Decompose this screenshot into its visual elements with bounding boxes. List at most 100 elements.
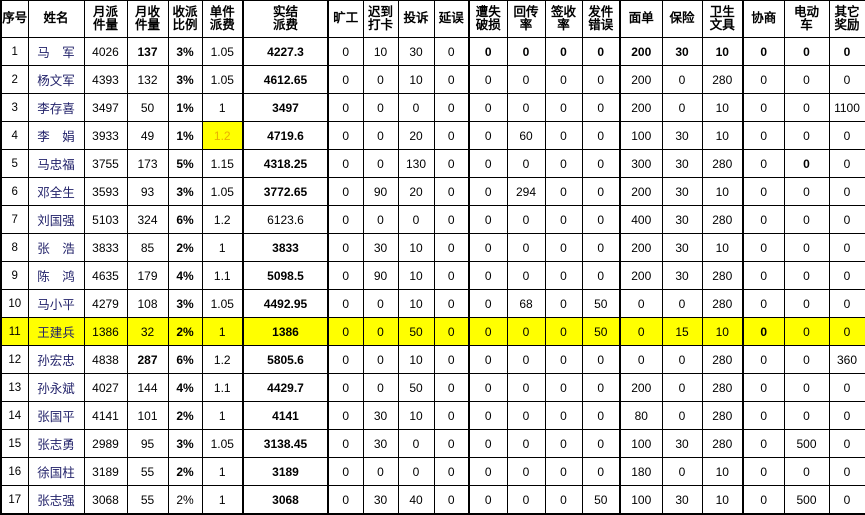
cell-collect_ratio[interactable]: 3% (167, 37, 203, 66)
cell-waybill[interactable]: 200 (619, 177, 663, 206)
cell-unit_fee[interactable]: 1 (201, 457, 244, 486)
cell-sanitary[interactable]: 280 (701, 261, 744, 290)
cell-complaint[interactable]: 10 (397, 289, 435, 318)
cell-sign_rate[interactable]: 0 (544, 401, 583, 430)
cell-other_bonus[interactable]: 0 (828, 233, 865, 262)
cell-settled_fee[interactable]: 4429.7 (242, 373, 329, 402)
cell-collect_ratio[interactable]: 2% (167, 317, 203, 346)
cell-waybill[interactable]: 100 (619, 121, 663, 150)
cell-late_punch[interactable]: 30 (362, 429, 399, 458)
cell-monthly_dispatch[interactable]: 5103 (83, 205, 128, 234)
cell-name[interactable]: 刘国强 (27, 205, 85, 234)
cell-insurance[interactable]: 30 (661, 121, 703, 150)
cell-negotiate[interactable]: 0 (742, 121, 785, 150)
cell-absence[interactable]: 0 (327, 373, 364, 402)
cell-insurance[interactable]: 30 (661, 37, 703, 66)
cell-unit_fee[interactable]: 1 (201, 401, 244, 430)
cell-name[interactable]: 徐国柱 (27, 457, 85, 486)
cell-return_rate[interactable]: 0 (506, 233, 546, 262)
cell-absence[interactable]: 0 (327, 177, 364, 206)
cell-other_bonus[interactable]: 360 (828, 345, 865, 374)
cell-send_error[interactable]: 0 (581, 93, 621, 122)
cell-monthly_dispatch[interactable]: 3933 (83, 121, 128, 150)
cell-delay[interactable]: 0 (433, 401, 470, 430)
cell-idx[interactable]: 8 (0, 233, 29, 262)
cell-negotiate[interactable]: 0 (742, 373, 785, 402)
cell-sign_rate[interactable]: 0 (544, 289, 583, 318)
cell-insurance[interactable]: 30 (661, 149, 703, 178)
cell-absence[interactable]: 0 (327, 233, 364, 262)
cell-late_punch[interactable]: 0 (362, 205, 399, 234)
cell-complaint[interactable]: 0 (397, 93, 435, 122)
cell-monthly_dispatch[interactable]: 4279 (83, 289, 128, 318)
cell-sanitary[interactable]: 10 (701, 457, 744, 486)
cell-sign_rate[interactable]: 0 (544, 233, 583, 262)
cell-collect_ratio[interactable]: 6% (167, 205, 203, 234)
cell-loss_damage[interactable]: 0 (468, 177, 508, 206)
cell-send_error[interactable]: 0 (581, 401, 621, 430)
cell-monthly_collect[interactable]: 108 (126, 289, 169, 318)
cell-send_error[interactable]: 0 (581, 261, 621, 290)
cell-monthly_collect[interactable]: 55 (126, 457, 169, 486)
cell-absence[interactable]: 0 (327, 65, 364, 94)
cell-return_rate[interactable]: 60 (506, 121, 546, 150)
cell-negotiate[interactable]: 0 (742, 401, 785, 430)
cell-delay[interactable]: 0 (433, 429, 470, 458)
cell-ebike[interactable]: 0 (783, 457, 830, 486)
cell-collect_ratio[interactable]: 1% (167, 93, 203, 122)
cell-return_rate[interactable]: 0 (506, 317, 546, 346)
cell-waybill[interactable]: 200 (619, 233, 663, 262)
cell-waybill[interactable]: 100 (619, 429, 663, 458)
cell-settled_fee[interactable]: 5805.6 (242, 345, 329, 374)
cell-sanitary[interactable]: 10 (701, 177, 744, 206)
cell-name[interactable]: 马小平 (27, 289, 85, 318)
cell-return_rate[interactable]: 0 (506, 37, 546, 66)
cell-ebike[interactable]: 0 (783, 373, 830, 402)
cell-monthly_dispatch[interactable]: 4026 (83, 37, 128, 66)
cell-loss_damage[interactable]: 0 (468, 121, 508, 150)
cell-late_punch[interactable]: 90 (362, 177, 399, 206)
cell-collect_ratio[interactable]: 5% (167, 149, 203, 178)
cell-sign_rate[interactable]: 0 (544, 373, 583, 402)
cell-late_punch[interactable]: 30 (362, 233, 399, 262)
cell-late_punch[interactable]: 0 (362, 149, 399, 178)
cell-monthly_dispatch[interactable]: 4393 (83, 65, 128, 94)
cell-delay[interactable]: 0 (433, 205, 470, 234)
cell-absence[interactable]: 0 (327, 289, 364, 318)
cell-settled_fee[interactable]: 3138.45 (242, 429, 329, 458)
cell-send_error[interactable]: 0 (581, 177, 621, 206)
cell-late_punch[interactable]: 30 (362, 401, 399, 430)
cell-idx[interactable]: 9 (0, 261, 29, 290)
cell-absence[interactable]: 0 (327, 457, 364, 486)
cell-loss_damage[interactable]: 0 (468, 261, 508, 290)
cell-absence[interactable]: 0 (327, 429, 364, 458)
cell-negotiate[interactable]: 0 (742, 261, 785, 290)
cell-collect_ratio[interactable]: 3% (167, 177, 203, 206)
cell-return_rate[interactable]: 0 (506, 261, 546, 290)
cell-other_bonus[interactable]: 0 (828, 121, 865, 150)
cell-settled_fee[interactable]: 3497 (242, 93, 329, 122)
cell-sanitary[interactable]: 10 (701, 37, 744, 66)
cell-collect_ratio[interactable]: 3% (167, 65, 203, 94)
cell-unit_fee[interactable]: 1 (201, 93, 244, 122)
cell-return_rate[interactable]: 0 (506, 93, 546, 122)
table-row[interactable]: 7 刘国强 5103 324 6% 1.2 6123.6 0 0 0 0 0 0 0 0 400 30 280 0 0… (0, 205, 865, 234)
cell-collect_ratio[interactable]: 4% (167, 373, 203, 402)
cell-sign_rate[interactable]: 0 (544, 121, 583, 150)
cell-ebike[interactable]: 0 (783, 261, 830, 290)
table-row[interactable]: 14张国平41411012%14141030100000080028000017… (0, 401, 865, 430)
cell-unit_fee[interactable]: 1.05 (201, 65, 244, 94)
cell-other_bonus[interactable]: 0 (828, 149, 865, 178)
cell-delay[interactable]: 0 (433, 93, 470, 122)
cell-return_rate[interactable]: 0 (506, 149, 546, 178)
cell-absence[interactable]: 0 (327, 149, 364, 178)
cell-monthly_dispatch[interactable]: 4838 (83, 345, 128, 374)
cell-ebike[interactable]: 0 (783, 65, 830, 94)
cell-insurance[interactable]: 0 (661, 93, 703, 122)
cell-loss_damage[interactable]: 0 (468, 373, 508, 402)
cell-waybill[interactable]: 200 (619, 65, 663, 94)
cell-sign_rate[interactable]: 0 (544, 205, 583, 234)
cell-settled_fee[interactable]: 3189 (242, 457, 329, 486)
cell-sign_rate[interactable]: 0 (544, 429, 583, 458)
cell-name[interactable]: 孙永斌 (27, 373, 85, 402)
